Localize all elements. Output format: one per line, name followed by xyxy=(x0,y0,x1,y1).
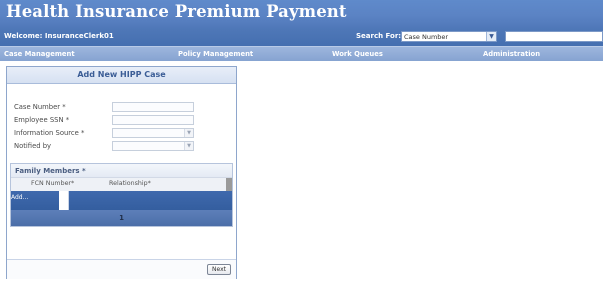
case-number-field[interactable] xyxy=(112,102,194,112)
panel-title-bar: Add New HIPP Case xyxy=(7,67,236,84)
nav-item-work-queues[interactable]: Work Queues xyxy=(332,50,383,58)
notified-by-label: Notified by xyxy=(14,142,52,150)
add-family-member-button[interactable]: Add... xyxy=(11,194,28,201)
grid-pager: 1 xyxy=(11,210,232,226)
case-number-label: Case Number * xyxy=(14,103,66,111)
employee-ssn-label: Employee SSN * xyxy=(14,116,70,124)
family-members-grid: Family Members * FCN Number* Relationshi… xyxy=(10,163,233,227)
column-relationship[interactable]: Relationship* xyxy=(109,180,151,187)
next-button[interactable]: Next xyxy=(207,264,231,275)
chevron-down-icon[interactable]: ▼ xyxy=(184,142,193,150)
nav-item-administration[interactable]: Administration xyxy=(483,50,540,58)
search-type-value: Case Number xyxy=(404,33,449,41)
information-source-select[interactable]: ▼ xyxy=(112,128,194,138)
search-input[interactable] xyxy=(505,31,603,42)
panel-footer: Next xyxy=(7,259,236,279)
search-type-select[interactable]: Case Number ▼ xyxy=(401,31,497,42)
grid-body: Add... xyxy=(11,191,232,210)
welcome-text: Welcome: InsuranceClerk01 xyxy=(4,32,114,40)
welcome-bar: Welcome: InsuranceClerk01 Search For: Ca… xyxy=(0,28,603,46)
app-window: Health Insurance Premium Payment Welcome… xyxy=(0,0,603,284)
nav-item-policy-management[interactable]: Policy Management xyxy=(178,50,253,58)
grid-scrollbar[interactable] xyxy=(226,178,232,191)
panel-title: Add New HIPP Case xyxy=(77,70,166,79)
search-label: Search For: xyxy=(356,32,402,40)
family-members-header: Family Members * xyxy=(11,164,232,177)
chevron-down-icon[interactable]: ▼ xyxy=(486,32,496,41)
grid-row-scroll[interactable] xyxy=(59,191,69,210)
nav-item-case-management[interactable]: Case Management xyxy=(4,50,75,58)
page-number[interactable]: 1 xyxy=(11,214,232,222)
family-members-title: Family Members * xyxy=(15,167,86,175)
information-source-label: Information Source * xyxy=(14,129,85,137)
app-header: Health Insurance Premium Payment xyxy=(0,0,603,28)
column-fcn-number[interactable]: FCN Number* xyxy=(31,180,74,187)
main-nav: Case Management Policy Management Work Q… xyxy=(0,46,603,61)
grid-column-headers: FCN Number* Relationship* xyxy=(11,177,232,192)
notified-by-select[interactable]: ▼ xyxy=(112,141,194,151)
app-title: Health Insurance Premium Payment xyxy=(6,2,347,21)
add-case-panel: Add New HIPP Case Case Number * Employee… xyxy=(6,66,237,279)
employee-ssn-field[interactable] xyxy=(112,115,194,125)
chevron-down-icon[interactable]: ▼ xyxy=(184,129,193,137)
